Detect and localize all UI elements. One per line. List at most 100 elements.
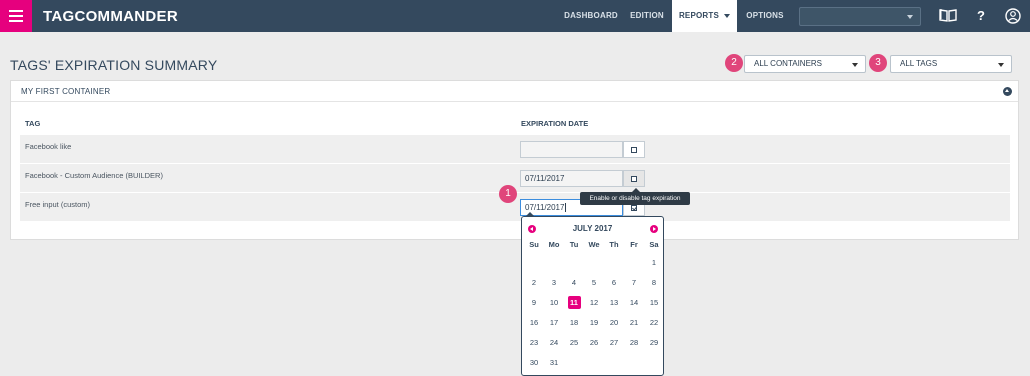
calendar-empty-cell [568, 256, 581, 269]
nav-edition[interactable]: EDITION [624, 0, 670, 32]
calendar-day[interactable]: 18 [568, 316, 581, 329]
calendar-day[interactable]: 1 [648, 256, 661, 269]
container-title: MY FIRST CONTAINER [21, 87, 111, 96]
calendar-day[interactable]: 20 [608, 316, 621, 329]
datepicker-month-title: JULY 2017 [572, 224, 613, 233]
user-icon[interactable] [1004, 8, 1022, 24]
calendar-day[interactable]: 29 [648, 336, 661, 349]
datepicker-weeks: 1 2 3 4 5 6 7 8 9 10 11 12 13 14 15 16 17 18 19 20 21 22 23 24 2… [524, 252, 664, 372]
calendar-week: 9 10 11 12 13 14 15 [524, 292, 664, 312]
calendar-week: 2345678 [524, 272, 664, 292]
nav-options[interactable]: OPTIONS [739, 0, 791, 32]
app-logo[interactable]: TAGCOMMANDER [43, 8, 178, 25]
table-row: Facebook like [20, 135, 1010, 163]
calendar-day[interactable]: 5 [588, 276, 601, 289]
page-title: TAGS' EXPIRATION SUMMARY [10, 57, 218, 73]
calendar-week: 30 31 [524, 352, 664, 372]
annotation-badge: 1 [499, 185, 517, 203]
containers-select-value: ALL CONTAINERS [754, 59, 823, 68]
calendar-empty-cell [628, 356, 641, 369]
calendar-day[interactable]: 6 [608, 276, 621, 289]
checkbox-icon [631, 176, 637, 182]
containers-select[interactable]: ALL CONTAINERS [744, 55, 866, 73]
calendar-day[interactable]: 17 [548, 316, 561, 329]
weekday-header: Su Mo Tu We Th Fr Sa [524, 240, 664, 252]
chevron-down-icon [907, 15, 913, 19]
calendar-empty-cell [608, 356, 621, 369]
calendar-day[interactable]: 30 [528, 356, 541, 369]
weekday-label: Tu [569, 240, 579, 249]
calendar-day[interactable]: 4 [568, 276, 581, 289]
expiration-date-value: 07/11/2017 [525, 203, 565, 212]
top-navbar: TAGCOMMANDER DASHBOARD EDITION REPORTS O… [0, 0, 1030, 32]
calendar-day[interactable]: 10 [548, 296, 561, 309]
calendar-day[interactable]: 28 [628, 336, 641, 349]
expiration-toggle-button[interactable] [623, 170, 645, 187]
calendar-day[interactable]: 24 [548, 336, 561, 349]
calendar-day-selected[interactable]: 11 [567, 295, 581, 309]
calendar-empty-cell [628, 256, 641, 269]
weekday-label: Th [609, 240, 619, 249]
calendar-day[interactable]: 21 [628, 316, 641, 329]
column-header-expiration-date: EXPIRATION DATE [521, 119, 589, 128]
calendar-week: 1 [524, 252, 664, 272]
question-icon[interactable]: ? [972, 8, 990, 24]
chevron-down-icon [998, 63, 1004, 67]
prev-month-icon[interactable] [528, 225, 536, 233]
calendar-day[interactable]: 22 [648, 316, 661, 329]
tags-select[interactable]: ALL TAGS [890, 55, 1012, 73]
calendar-day[interactable]: 9 [528, 296, 541, 309]
calendar-empty-cell [588, 256, 601, 269]
expiration-date-input[interactable] [520, 141, 623, 158]
calendar-day[interactable]: 27 [608, 336, 621, 349]
calendar-day[interactable]: 15 [648, 296, 661, 309]
book-icon[interactable] [939, 8, 957, 24]
weekday-label: Su [529, 240, 539, 249]
calendar-empty-cell [588, 356, 601, 369]
nav-dashboard[interactable]: DASHBOARD [560, 0, 622, 32]
calendar-empty-cell [568, 356, 581, 369]
container-panel-header[interactable]: MY FIRST CONTAINER [11, 81, 1018, 102]
annotation-badge: 3 [869, 54, 887, 72]
calendar-week: 23 24 25 26 27 28 29 [524, 332, 664, 352]
calendar-day[interactable]: 16 [528, 316, 541, 329]
annotation-badge: 2 [725, 54, 743, 72]
calendar-day[interactable]: 7 [628, 276, 641, 289]
tag-name: Free input (custom) [25, 200, 91, 209]
calendar-day[interactable]: 12 [588, 296, 601, 309]
weekday-label: We [588, 240, 600, 249]
calendar-day[interactable]: 31 [548, 356, 561, 369]
calendar-empty-cell [608, 256, 621, 269]
site-selector[interactable] [799, 7, 921, 26]
calendar-day[interactable]: 25 [568, 336, 581, 349]
calendar-day[interactable]: 23 [528, 336, 541, 349]
chevron-down-icon [852, 63, 858, 67]
calendar-empty-cell [528, 256, 541, 269]
calendar-day[interactable]: 19 [588, 316, 601, 329]
next-month-icon[interactable] [650, 225, 658, 233]
calendar-day[interactable]: 14 [628, 296, 641, 309]
text-cursor [565, 203, 567, 213]
calendar-day[interactable]: 3 [548, 276, 561, 289]
collapse-icon[interactable] [1003, 87, 1012, 96]
checkbox-icon [631, 147, 637, 153]
calendar-day[interactable]: 8 [648, 276, 661, 289]
calendar-day[interactable]: 26 [588, 336, 601, 349]
calendar-empty-cell [648, 356, 661, 369]
hamburger-menu-icon[interactable] [0, 0, 32, 32]
expiration-date-input[interactable]: 07/11/2017 [520, 170, 623, 187]
chevron-down-icon [724, 13, 731, 18]
tags-select-value: ALL TAGS [900, 59, 938, 68]
tag-name: Facebook like [25, 142, 72, 151]
datepicker: JULY 2017 Su Mo Tu We Th Fr Sa 123456789… [521, 216, 664, 376]
weekday-label: Sa [649, 240, 659, 249]
nav-reports[interactable]: REPORTS [672, 0, 737, 32]
calendar-day[interactable]: 13 [608, 296, 621, 309]
tag-name: Facebook - Custom Audience (BUILDER) [25, 171, 163, 180]
calendar-day[interactable]: 2 [528, 276, 541, 289]
datepicker-grid: Su Mo Tu We Th Fr Sa 1 2 3 4 5 6 7 8 9 10 11 12 13 14… [524, 240, 664, 372]
checkbox-checked-icon [631, 205, 637, 211]
calendar-week: 16 17 18 19 20 21 22 [524, 312, 664, 332]
expiration-toggle-button[interactable] [623, 141, 645, 158]
column-header-tag: TAG [25, 119, 41, 128]
